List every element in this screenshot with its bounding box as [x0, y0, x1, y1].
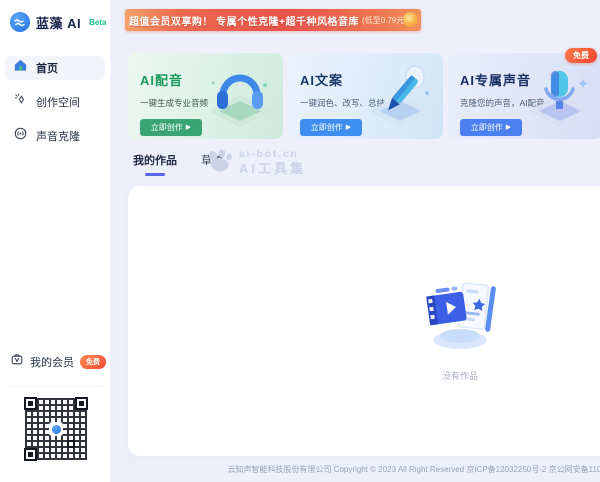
watermark: ai-bot.cn AI工具集: [206, 148, 306, 178]
watermark-text: ai-bot.cn AI工具集: [239, 149, 306, 177]
footer-copyright: 云知声智能科技股份有限公司 Copyright © 2023 All Right…: [128, 464, 600, 475]
brand-logo: 蓝藻 AI Beta: [10, 12, 106, 32]
card-title: AI文案: [300, 70, 443, 89]
create-now-label: 立即创作: [151, 122, 183, 133]
brand-beta-tag: Beta: [89, 18, 106, 27]
vip-bag-icon: [10, 352, 24, 371]
create-now-button[interactable]: 立即创作 ▶: [140, 119, 202, 136]
membership-label: 我的会员: [30, 354, 74, 370]
membership-free-badge: 免费: [80, 355, 106, 369]
promo-banner-text: 超值会员双享购！ 专属个性克隆+超千种风格音库: [129, 13, 359, 28]
sidebar-divider: [8, 386, 102, 387]
empty-works-illustration: [414, 272, 506, 358]
card-ai-personal-voice[interactable]: 免费 AI专属声音 克隆您的声音，AI配音 立即创作 ▶: [448, 53, 600, 139]
brand-name: 蓝藻 AI: [36, 13, 81, 32]
sidebar-item-voice-clone[interactable]: 声音克隆: [5, 124, 105, 148]
home-icon: [13, 58, 28, 78]
sparkle-icon: [13, 92, 28, 112]
card-subtitle: 一键生成专业音频: [140, 97, 283, 109]
sidebar-item-membership[interactable]: 我的会员 免费: [10, 352, 106, 371]
sidebar: 蓝藻 AI Beta 首页: [0, 0, 111, 482]
create-now-label: 立即创作: [311, 122, 343, 133]
works-panel: 没有作品: [128, 186, 600, 456]
arrow-right-icon: ▶: [186, 124, 191, 131]
create-now-button[interactable]: 立即创作 ▶: [300, 119, 362, 136]
voice-broadcast-icon: [13, 126, 28, 146]
promo-banner[interactable]: 超值会员双享购！ 专属个性克隆+超千种风格音库 (低至0.79元/天): [125, 9, 421, 31]
qr-finder: [75, 397, 88, 410]
qr-center-logo: [49, 422, 63, 436]
sidebar-item-label: 创作空间: [36, 94, 80, 110]
empty-state-text: 没有作品: [128, 369, 600, 382]
sidebar-item-label: 声音克隆: [36, 128, 80, 144]
sidebar-item-home[interactable]: 首页: [5, 56, 105, 80]
tab-label: 我的作品: [133, 155, 177, 167]
card-ai-copywriting[interactable]: AI文案 一键润色、改写、总结 立即创作 ▶: [288, 53, 443, 139]
tab-my-works[interactable]: 我的作品: [133, 152, 177, 176]
qr-alignment: [67, 440, 75, 448]
create-now-button[interactable]: 立即创作 ▶: [460, 119, 522, 136]
sun-decoration-icon: [403, 12, 418, 27]
create-now-label: 立即创作: [471, 122, 503, 133]
card-title: AI专属声音: [460, 70, 600, 89]
watermark-title: AI工具集: [239, 161, 306, 177]
sidebar-item-creation-space[interactable]: 创作空间: [5, 90, 105, 114]
card-subtitle: 克隆您的声音，AI配音: [460, 97, 600, 109]
brand-logo-icon: [10, 12, 30, 32]
card-ai-dubbing[interactable]: AI配音 一键生成专业音频 立即创作 ▶: [128, 53, 283, 139]
app-window: 蓝藻 AI Beta 首页: [0, 0, 600, 482]
watermark-url: ai-bot.cn: [239, 149, 306, 161]
free-badge: 免费: [565, 48, 597, 63]
qr-finder: [24, 397, 37, 410]
qr-code: [23, 396, 89, 462]
arrow-right-icon: ▶: [506, 124, 511, 131]
active-tab-underline: [145, 173, 165, 176]
empty-state: 没有作品: [128, 272, 600, 382]
arrow-right-icon: ▶: [346, 124, 351, 131]
card-title: AI配音: [140, 70, 283, 89]
sidebar-nav: 首页 创作空间 声音克: [5, 56, 105, 158]
card-subtitle: 一键润色、改写、总结: [300, 97, 443, 109]
qr-finder: [24, 448, 37, 461]
paw-icon: [206, 148, 233, 178]
feature-cards: AI配音 一键生成专业音频 立即创作 ▶ AI文案 一键润色、改: [128, 53, 600, 139]
sidebar-item-label: 首页: [36, 60, 58, 76]
